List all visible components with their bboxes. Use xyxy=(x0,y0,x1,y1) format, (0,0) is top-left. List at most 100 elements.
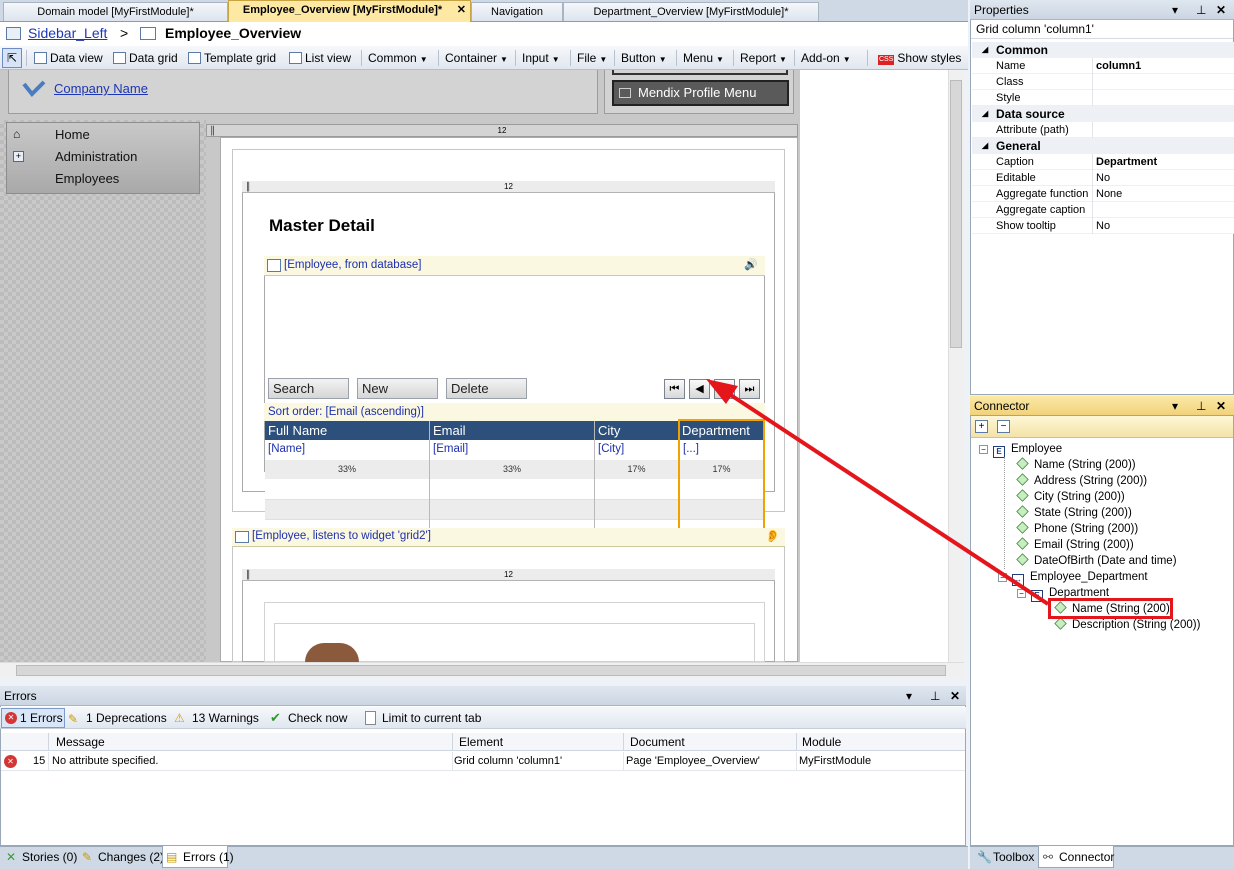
deprecations-filter-button[interactable]: ✎ 1 Deprecations xyxy=(68,710,167,726)
toolbar-report-menu[interactable]: Report ▼ xyxy=(740,47,787,69)
toolbar-list-view[interactable]: List view xyxy=(289,47,351,69)
table-row[interactable]: ✕ 15 No attribute specified. Grid column… xyxy=(1,752,965,771)
properties-category-general[interactable]: ◢ General xyxy=(972,138,1234,154)
property-row-class[interactable]: Class xyxy=(972,74,1234,90)
pin-icon[interactable]: ⊥ xyxy=(1196,396,1206,416)
first-page-icon[interactable]: ⏮ xyxy=(664,379,685,399)
tree-node-attribute[interactable]: Name (String (200)) xyxy=(1016,457,1136,473)
profile-menu-widget[interactable]: Mendix Profile Menu xyxy=(612,80,789,106)
property-row-aggregate-caption[interactable]: Aggregate caption xyxy=(972,202,1234,218)
tree-node-attribute[interactable]: City (String (200)) xyxy=(1016,489,1125,505)
tab-employee-overview[interactable]: Employee_Overview [MyFirstModule]* ✕ xyxy=(228,0,471,22)
column-header-message[interactable]: Message xyxy=(56,733,105,751)
cell-name[interactable]: [Name] xyxy=(268,443,305,455)
column-header-city[interactable]: City xyxy=(595,421,679,440)
tab-connector[interactable]: ⚯ Connector xyxy=(1038,846,1114,868)
tab-domain-model[interactable]: Domain model [MyFirstModule]* xyxy=(3,2,228,21)
last-page-icon[interactable]: ⏭ xyxy=(739,379,760,399)
previous-page-icon[interactable]: ◀ xyxy=(689,379,710,399)
toolbar-container-menu[interactable]: Container ▼ xyxy=(445,47,508,69)
expand-icon[interactable]: + xyxy=(13,151,24,162)
column-header-module[interactable]: Module xyxy=(802,733,841,751)
close-icon[interactable]: ✕ xyxy=(1216,0,1226,20)
property-row-show-tooltip[interactable]: Show tooltip No xyxy=(972,218,1234,234)
toolbar-template-grid[interactable]: Template grid xyxy=(188,47,276,69)
breadcrumb-layout-link[interactable]: Sidebar_Left xyxy=(28,25,107,41)
sidebar-item-administration[interactable]: ⚙Administration xyxy=(13,149,137,164)
collapse-icon[interactable]: ◢ xyxy=(982,138,988,154)
tree-node-attribute[interactable]: Address (String (200)) xyxy=(1016,473,1147,489)
column-header-email[interactable]: Email xyxy=(430,421,595,440)
tab-changes[interactable]: ✎ Changes (2) xyxy=(80,846,164,868)
toolbar-file-menu[interactable]: File ▼ xyxy=(577,47,607,69)
toolbar-data-grid[interactable]: Data grid xyxy=(113,47,178,69)
toolbar-common-menu[interactable]: Common ▼ xyxy=(368,47,428,69)
toolbar-button-menu[interactable]: Button ▼ xyxy=(621,47,667,69)
company-name-link[interactable]: Company Name xyxy=(54,81,148,96)
dropdown-icon[interactable]: ▾ xyxy=(1172,0,1178,20)
horizontal-scrollbar[interactable] xyxy=(0,662,964,678)
close-icon[interactable]: ✕ xyxy=(1216,396,1226,416)
property-row-editable[interactable]: Editable No xyxy=(972,170,1234,186)
horizontal-scroll-thumb[interactable] xyxy=(16,665,946,676)
toolbar-addon-menu[interactable]: Add-on ▼ xyxy=(801,47,851,69)
properties-category-data-source[interactable]: ◢ Data source xyxy=(972,106,1234,122)
cell-email[interactable]: [Email] xyxy=(433,443,468,455)
tree-node-attribute[interactable]: State (String (200)) xyxy=(1016,505,1132,521)
vertical-scroll-thumb[interactable] xyxy=(950,80,962,348)
sidebar-item-employees[interactable]: Employees xyxy=(55,171,119,186)
close-icon[interactable]: ✕ xyxy=(950,686,960,706)
sidebar-item-home[interactable]: ⌂ Home xyxy=(13,127,90,142)
page-heading[interactable]: Master Detail xyxy=(269,216,375,236)
tree-node-attribute[interactable]: Description (String (200)) xyxy=(1054,617,1200,633)
property-row-name[interactable]: Name column1 xyxy=(972,58,1234,74)
tree-node-attribute[interactable]: DateOfBirth (Date and time) xyxy=(1016,553,1177,569)
property-row-aggregate-function[interactable]: Aggregate function None xyxy=(972,186,1234,202)
data-view-source[interactable]: [Employee, listens to widget 'grid2'] xyxy=(252,530,431,542)
delete-button[interactable]: Delete xyxy=(446,378,527,399)
grid-data-source[interactable]: [Employee, from database] xyxy=(284,259,421,271)
column-header-element[interactable]: Element xyxy=(459,733,503,751)
drag-handle-icon[interactable]: ║ xyxy=(243,570,253,580)
properties-category-common[interactable]: ◢ Common xyxy=(972,42,1234,58)
next-page-icon[interactable]: ▶ xyxy=(714,379,735,399)
drag-handle-icon[interactable]: ║ xyxy=(207,125,218,136)
collapse-icon[interactable]: ◢ xyxy=(982,42,988,58)
tree-node-employee[interactable]: − E Employee xyxy=(979,441,1062,458)
show-styles-button[interactable]: CSS Show styles xyxy=(878,47,961,69)
new-button[interactable]: New xyxy=(357,378,438,399)
toolbar-menu-menu[interactable]: Menu ▼ xyxy=(683,47,724,69)
warnings-filter-button[interactable]: ⚠ 13 Warnings xyxy=(174,710,259,726)
tree-node-association[interactable]: − ↔ Employee_Department xyxy=(998,569,1148,586)
tab-errors[interactable]: ▤ Errors (1) xyxy=(162,846,234,868)
expand-all-icon[interactable]: + xyxy=(975,420,988,433)
tree-node-attribute[interactable]: Phone (String (200)) xyxy=(1016,521,1138,537)
collapse-icon[interactable]: − xyxy=(1017,589,1026,598)
collapse-icon[interactable]: ◢ xyxy=(982,106,988,122)
page-editor-canvas[interactable]: Company Name Mendix Profile Menu ⌂Home ⚙… xyxy=(0,70,964,662)
collapse-all-icon[interactable]: − xyxy=(997,420,1010,433)
tab-toolbox[interactable]: 🔧 Toolbox xyxy=(975,846,1034,868)
collapse-icon[interactable]: − xyxy=(979,445,988,454)
search-button[interactable]: Search xyxy=(268,378,349,399)
property-row-style[interactable]: Style xyxy=(972,90,1234,106)
toolbar-data-view[interactable]: Data view xyxy=(34,47,103,69)
pin-icon[interactable]: ⊥ xyxy=(1196,0,1206,20)
column-header-full-name[interactable]: Full Name xyxy=(265,421,430,440)
cell-city[interactable]: [City] xyxy=(598,443,624,455)
tab-stories[interactable]: ✕ Stories (0) xyxy=(4,846,77,868)
errors-filter-button[interactable]: ✕ 1 Errors xyxy=(1,708,65,728)
property-row-attribute-path[interactable]: Attribute (path) xyxy=(972,122,1234,138)
collapse-icon[interactable]: − xyxy=(998,573,1007,582)
dropdown-icon[interactable]: ▾ xyxy=(1172,396,1178,416)
tree-node-attribute[interactable]: Email (String (200)) xyxy=(1016,537,1134,553)
tab-department-overview[interactable]: Department_Overview [MyFirstModule]* xyxy=(563,2,819,21)
limit-to-current-tab-toggle[interactable]: Limit to current tab xyxy=(365,710,481,726)
close-tab-icon[interactable]: ✕ xyxy=(457,1,466,19)
column-header-document[interactable]: Document xyxy=(630,733,685,751)
toolbar-input-menu[interactable]: Input ▼ xyxy=(522,47,560,69)
pin-icon[interactable]: ⊥ xyxy=(930,686,940,706)
property-row-caption[interactable]: Caption Department xyxy=(972,154,1234,170)
check-now-button[interactable]: ✔ Check now xyxy=(270,710,347,726)
pointer-tool-icon[interactable]: ⇱ xyxy=(2,48,22,68)
